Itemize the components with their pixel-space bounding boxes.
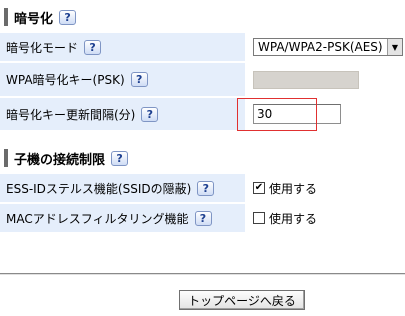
encryption-mode-value-cell: WPA/WPA2-PSK(AES) ▼	[247, 33, 405, 61]
stealth-value-cell: ✔ 使用する	[247, 174, 405, 202]
client-restriction-table: ESS-IDステルス機能(SSIDの隠蔽) ? ✔ 使用する MACアドレスフィ…	[0, 174, 405, 232]
psk-input[interactable]	[253, 70, 359, 89]
chevron-down-icon[interactable]: ▼	[387, 39, 402, 55]
help-icon[interactable]: ?	[59, 9, 77, 25]
help-icon[interactable]: ?	[197, 180, 215, 196]
psk-value-cell	[247, 63, 405, 96]
help-icon[interactable]: ?	[84, 39, 102, 55]
encryption-mode-label-cell: 暗号化モード ?	[0, 33, 245, 61]
highlight-box	[237, 98, 317, 131]
interval-label-cell: 暗号化キー更新間隔(分) ?	[0, 98, 245, 130]
psk-label-cell: WPA暗号化キー(PSK) ?	[0, 63, 245, 96]
help-icon[interactable]: ?	[194, 210, 212, 226]
help-icon[interactable]: ?	[130, 72, 148, 87]
stealth-label: ESS-IDステルス機能(SSIDの隠蔽)	[6, 181, 192, 196]
mac-filter-value-cell: 使用する	[247, 204, 405, 232]
encryption-mode-selected: WPA/WPA2-PSK(AES)	[258, 40, 383, 54]
encryption-mode-label: 暗号化モード	[6, 40, 79, 55]
divider	[0, 274, 405, 275]
section-bar	[4, 149, 8, 167]
help-icon[interactable]: ?	[141, 106, 159, 122]
section-bar	[4, 8, 8, 26]
encryption-section-header: 暗号化 ?	[4, 8, 77, 27]
mac-filter-label-cell: MACアドレスフィルタリング機能 ?	[0, 204, 245, 232]
encryption-table: 暗号化モード ? WPA/WPA2-PSK(AES) ▼ WPA暗号化キー(PS…	[0, 33, 405, 130]
mac-filter-check-label[interactable]: 使用する	[269, 210, 317, 227]
check-icon: ✔	[254, 182, 264, 193]
interval-label: 暗号化キー更新間隔(分)	[6, 107, 136, 122]
back-to-top-button[interactable]: トップページへ戻る	[179, 290, 305, 310]
client-restriction-title: 子機の接続制限	[14, 152, 106, 168]
stealth-checkbox[interactable]: ✔	[253, 182, 265, 194]
mac-filter-label: MACアドレスフィルタリング機能	[6, 211, 189, 226]
help-icon[interactable]: ?	[111, 150, 129, 166]
mac-filter-checkbox[interactable]	[253, 212, 265, 224]
encryption-title: 暗号化	[14, 11, 54, 27]
client-restriction-section-header: 子機の接続制限 ?	[4, 149, 129, 168]
stealth-label-cell: ESS-IDステルス機能(SSIDの隠蔽) ?	[0, 174, 245, 202]
stealth-check-label[interactable]: 使用する	[269, 180, 317, 197]
psk-label: WPA暗号化キー(PSK)	[6, 73, 125, 87]
encryption-mode-select[interactable]: WPA/WPA2-PSK(AES) ▼	[253, 38, 403, 56]
